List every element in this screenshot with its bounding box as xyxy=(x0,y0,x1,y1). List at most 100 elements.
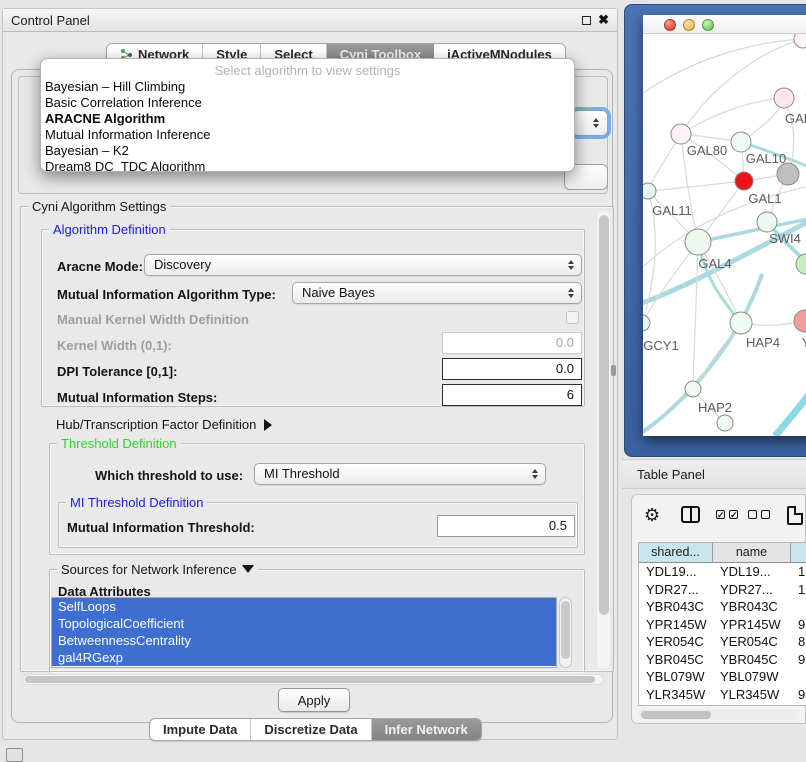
dropdown-item[interactable]: ARACNE Algorithm xyxy=(41,111,574,127)
network-node-labels: GAL7GAL80GAL10GAL1GAL11SWI4GAL4GCY1HAP4Y… xyxy=(643,111,806,415)
tab-infer-network[interactable]: Infer Network xyxy=(372,719,481,740)
attribute-list-scrollbar[interactable] xyxy=(559,597,572,668)
node-gal7[interactable] xyxy=(774,88,794,108)
kernel-width-field[interactable]: 0.0 xyxy=(442,332,582,354)
mi-threshold-label: Mutual Information Threshold: xyxy=(67,520,255,535)
node-green-right[interactable] xyxy=(796,254,806,274)
close-panel-icon[interactable]: ✖ xyxy=(598,12,609,28)
table-cell: YIL052C xyxy=(713,703,791,706)
settings-horizontal-scrollbar[interactable] xyxy=(22,674,604,685)
network-canvas[interactable]: GAL7GAL80GAL10GAL1GAL11SWI4GAL4GCY1HAP4Y… xyxy=(643,34,806,436)
settings-vertical-scrollbar[interactable] xyxy=(597,211,610,669)
table-row[interactable]: YIL052CYIL052C9 xyxy=(639,703,806,706)
table-cell: YDR27... xyxy=(713,581,791,599)
node-gal1-label: GAL1 xyxy=(748,191,781,206)
apply-button[interactable]: Apply xyxy=(278,688,350,712)
float-window-icon[interactable] xyxy=(582,16,591,25)
minimize-window-icon[interactable] xyxy=(683,19,695,31)
table-header-cell[interactable] xyxy=(791,543,806,563)
import-table-icon[interactable] xyxy=(787,506,803,525)
node-gal4[interactable] xyxy=(685,229,711,255)
table-header-cell[interactable]: name xyxy=(713,543,791,563)
mi-algorithm-type-combo[interactable]: Naive Bayes xyxy=(292,282,582,304)
dpi-tolerance-field[interactable]: 0.0 xyxy=(442,358,582,380)
node-hap2-label: HAP2 xyxy=(698,400,732,415)
tab-impute-data[interactable]: Impute Data xyxy=(150,719,251,740)
table-cell: YIL052C xyxy=(639,703,713,706)
dropdown-item[interactable]: Dream8 DC_TDC Algorithm xyxy=(41,159,574,172)
table-row[interactable]: YLR345WYLR345W9. xyxy=(639,686,806,704)
node-salmon[interactable] xyxy=(794,310,806,332)
table-panel-title: Table Panel xyxy=(637,467,705,482)
table-cell: YDR27... xyxy=(639,581,713,599)
table-row[interactable]: YER054CYER054C8. xyxy=(639,633,806,651)
node-gal11[interactable] xyxy=(643,183,656,199)
attribute-list-item[interactable]: TopologicalCoefficient xyxy=(52,615,556,632)
table-cell xyxy=(791,668,806,686)
table-row[interactable]: YDR27...YDR27...12 xyxy=(639,581,806,599)
data-attributes-list[interactable]: SelfLoopsTopologicalCoefficientBetweenne… xyxy=(51,597,557,668)
expander-arrow-icon xyxy=(264,419,272,431)
panel-divider-grip[interactable] xyxy=(611,365,616,376)
cyni-algorithm-settings-title: Cyni Algorithm Settings xyxy=(28,199,170,214)
aracne-mode-combo[interactable]: Discovery xyxy=(144,254,582,276)
cyni-algorithm-settings-group: Cyni Algorithm Settings Algorithm Defini… xyxy=(20,206,614,672)
node-gal80[interactable] xyxy=(671,124,691,144)
table-body: YDL19...YDL19...13YDR27...YDR27...12YBR0… xyxy=(639,563,806,706)
attribute-list-item[interactable]: BetweennessCentrality xyxy=(52,632,556,649)
table-row[interactable]: YPR145WYPR145W9. xyxy=(639,616,806,634)
table-cell: 8. xyxy=(791,633,806,651)
manual-kernel-width-checkbox[interactable] xyxy=(566,311,579,324)
dropdown-item[interactable]: Basic Correlation Inference xyxy=(41,95,574,111)
network-window-frame[interactable]: GAL7GAL80GAL10GAL1GAL11SWI4GAL4GCY1HAP4Y… xyxy=(624,4,806,457)
table-cell: 9. xyxy=(791,651,806,669)
tab-discretize-data[interactable]: Discretize Data xyxy=(251,719,371,740)
node-hap2[interactable] xyxy=(685,381,701,397)
collapsed-panel-button[interactable] xyxy=(6,748,23,762)
combo-stepper-icon xyxy=(593,118,599,128)
table-row[interactable]: YBR045CYBR045C9. xyxy=(639,651,806,669)
table-cell: YBR043C xyxy=(713,598,791,616)
table-header-cell[interactable]: shared... xyxy=(639,543,713,563)
node-gal80-label: GAL80 xyxy=(687,143,727,158)
mi-threshold-field[interactable]: 0.5 xyxy=(437,515,575,537)
select-all-checkboxes-icon[interactable]: ✓✓ xyxy=(716,510,738,519)
mi-steps-field[interactable]: 6 xyxy=(442,384,582,406)
node-gal1[interactable] xyxy=(735,172,753,190)
combo-stepper-icon xyxy=(568,260,574,270)
algorithm-dropdown: Select algorithm to view settings Bayesi… xyxy=(40,58,575,172)
manual-kernel-width-label: Manual Kernel Width Definition xyxy=(57,312,249,327)
table-row[interactable]: YBL079WYBL079W xyxy=(639,668,806,686)
hub-transcription-expander[interactable]: Hub/Transcription Factor Definition xyxy=(56,417,272,432)
zoom-window-icon[interactable] xyxy=(702,19,714,31)
column-layout-icon[interactable] xyxy=(681,506,700,523)
algorithm-selector-combo[interactable] xyxy=(572,110,608,136)
deselect-all-checkboxes-icon[interactable] xyxy=(748,510,770,519)
dropdown-prompt: Select algorithm to view settings xyxy=(41,59,574,79)
dropdown-item[interactable]: Bayesian – K2 xyxy=(41,143,574,159)
node-gray[interactable] xyxy=(777,163,799,185)
node-swi4[interactable] xyxy=(757,212,777,232)
algorithm-definition-group: Algorithm Definition Aracne Mode: Discov… xyxy=(41,229,585,407)
network-window-titlebar[interactable] xyxy=(643,15,806,34)
which-threshold-combo[interactable]: MI Threshold xyxy=(254,463,546,485)
node-bottom[interactable] xyxy=(717,415,733,431)
network-window: GAL7GAL80GAL10GAL1GAL11SWI4GAL4GCY1HAP4Y… xyxy=(643,15,806,436)
close-window-icon[interactable] xyxy=(664,19,676,31)
attribute-list-item[interactable]: SelfLoops xyxy=(52,598,556,615)
table-row[interactable]: YDL19...YDL19...13 xyxy=(639,563,806,581)
settings-gear-icon[interactable]: ⚙ xyxy=(644,506,660,524)
node-gal10[interactable] xyxy=(731,132,751,152)
node-gcy1[interactable] xyxy=(643,315,650,331)
node-hap4[interactable] xyxy=(730,312,752,334)
node-unnamed-top[interactable] xyxy=(794,34,806,48)
tab-label: Discretize Data xyxy=(264,722,357,737)
table-horizontal-scrollbar[interactable] xyxy=(639,709,800,720)
attribute-list-item[interactable]: gal4RGexp xyxy=(52,649,556,666)
dropdown-item[interactable]: Mutual Information Inference xyxy=(41,127,574,143)
dropdown-item[interactable]: Bayesian – Hill Climbing xyxy=(41,79,574,95)
table-row[interactable]: YBR043CYBR043C xyxy=(639,598,806,616)
sources-title: Sources for Network Inference xyxy=(57,562,258,577)
table-cell: YBL079W xyxy=(639,668,713,686)
table-cell: 13 xyxy=(791,563,806,581)
